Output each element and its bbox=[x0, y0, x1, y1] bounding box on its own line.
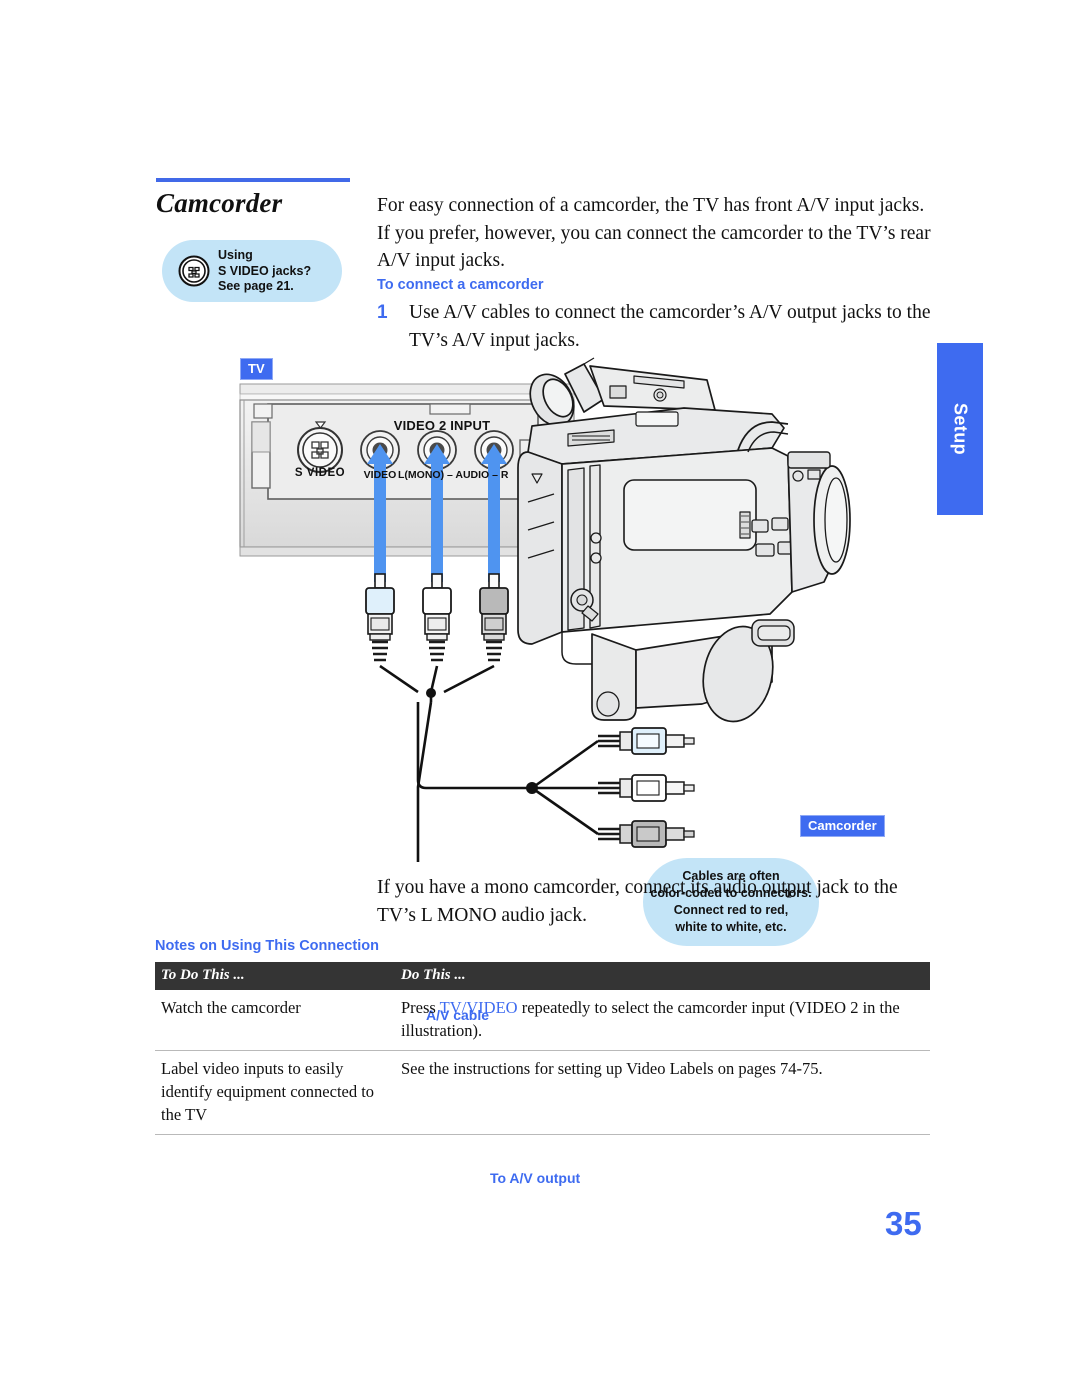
camcorder-badge: Camcorder bbox=[800, 815, 885, 837]
camcorder-plugs bbox=[598, 727, 695, 848]
diagram-artwork bbox=[239, 357, 851, 862]
callout-line-1: Using bbox=[218, 248, 253, 262]
cable-junction-top bbox=[426, 688, 436, 698]
camcorder-plug-right-audio bbox=[598, 820, 695, 848]
callout-line-2: S VIDEO jacks? bbox=[218, 263, 312, 278]
side-tab-setup: Setup bbox=[937, 343, 983, 515]
manual-page: Setup Camcorder Using S VIDEO jacks? See… bbox=[0, 0, 1080, 1397]
s-video-connector-icon bbox=[178, 255, 210, 287]
side-tab-label: Setup bbox=[950, 402, 971, 456]
rca-plug-right-audio bbox=[479, 573, 509, 662]
row-1-action-pre: Press bbox=[401, 998, 440, 1017]
column-header-do-this: Do This ... bbox=[395, 962, 930, 990]
row-1-do-this: Press TV/VIDEO repeatedly to select the … bbox=[395, 990, 930, 1051]
camcorder-plug-left-audio bbox=[598, 774, 695, 802]
row-1-action-key: TV/VIDEO bbox=[439, 998, 518, 1017]
notes-heading: Notes on Using This Connection bbox=[155, 938, 379, 954]
table-row: Label video inputs to easily identify eq… bbox=[155, 1050, 930, 1135]
callout-line-3: See page 21. bbox=[218, 279, 294, 293]
s-video-callout-text: Using S VIDEO jacks? See page 21. bbox=[218, 248, 311, 295]
step-text: Use A/V cables to connect the camcorder’… bbox=[409, 302, 931, 351]
page-number: 35 bbox=[885, 1205, 922, 1242]
camcorder-illustration bbox=[517, 357, 851, 723]
connection-diagram: TV Camcorder Cables are often color-code… bbox=[232, 352, 932, 1186]
av-cable-path bbox=[379, 664, 495, 862]
table-row: Watch the camcorder Press TV/VIDEO repea… bbox=[155, 990, 930, 1051]
notes-table: To Do This ... Do This ... Watch the cam… bbox=[155, 962, 930, 1135]
cable-junction-bottom bbox=[526, 782, 538, 794]
column-header-to-do-this: To Do This ... bbox=[155, 962, 395, 990]
table-header-row: To Do This ... Do This ... bbox=[155, 962, 930, 990]
section-rule bbox=[156, 178, 350, 182]
s-video-callout: Using S VIDEO jacks? See page 21. bbox=[162, 240, 342, 302]
rca-plug-left-audio bbox=[422, 573, 452, 662]
rca-plug-video bbox=[365, 573, 395, 662]
camcorder-cable bbox=[416, 702, 599, 836]
intro-paragraph: For easy connection of a camcorder, the … bbox=[377, 195, 931, 271]
subheading-connect: To connect a camcorder bbox=[377, 277, 544, 293]
mono-camcorder-note: If you have a mono camcorder, connect it… bbox=[377, 877, 898, 926]
tv-badge: TV bbox=[240, 358, 273, 380]
row-1-to-do-this: Watch the camcorder bbox=[155, 990, 395, 1051]
page-title: Camcorder bbox=[156, 188, 283, 218]
camcorder-plug-video bbox=[598, 727, 695, 755]
step-1: 1 Use A/V cables to connect the camcorde… bbox=[377, 299, 933, 354]
row-2-do-this: See the instructions for setting up Vide… bbox=[395, 1050, 930, 1135]
row-2-to-do-this: Label video inputs to easily identify eq… bbox=[155, 1050, 395, 1135]
step-number: 1 bbox=[377, 302, 388, 323]
av-output-label: To A/V output bbox=[490, 1170, 581, 1186]
row-2-action-pre: See the instructions for setting up Vide… bbox=[401, 1059, 823, 1078]
rca-plugs bbox=[365, 573, 509, 662]
